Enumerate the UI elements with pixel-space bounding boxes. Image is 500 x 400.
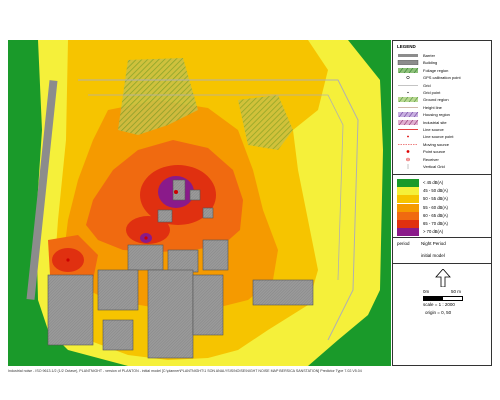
noise-band-swatch <box>397 187 419 196</box>
legend-panel: LEGEND Barrier Building Foliage region GPS … <box>392 40 492 366</box>
scale-bar <box>423 296 463 301</box>
legend-item-height-line: Height line <box>397 105 489 111</box>
noise-band-label: 60 - 65 dB(A) <box>423 212 448 218</box>
noise-band-label: < 45 dB(A) <box>423 180 444 185</box>
foliage-icon <box>398 67 419 73</box>
noise-band-swatch <box>397 203 419 212</box>
point-source-icon <box>406 150 410 154</box>
legend-item-grid-point: Grid point <box>397 90 489 96</box>
noise-band-swatch <box>397 228 419 237</box>
legend-item-label: Industrial site <box>423 119 447 125</box>
legend-item-grid: Grid <box>397 83 489 89</box>
origin-text: origin = 0, 50 <box>425 310 452 315</box>
north-arrow-icon <box>435 269 451 287</box>
noise-band-swatch <box>397 179 419 187</box>
point-source <box>174 190 178 194</box>
gps-point-icon <box>406 76 410 80</box>
line-source-point-icon <box>407 135 409 138</box>
noise-band-label: 45 - 50 dB(A) <box>423 188 448 194</box>
line-source-icon <box>398 129 418 130</box>
scale-text: scale = 1 : 2000 <box>423 302 455 307</box>
legend-item-vertical-grid: Vertical Grid <box>397 164 489 170</box>
legend-item-receiver: Receiver <box>397 157 489 163</box>
period-value: Night Period <box>421 241 446 246</box>
legend-item-label: Ground region <box>423 97 449 103</box>
legend-item-label: GPS calibration point <box>423 75 461 81</box>
legend-title: LEGEND <box>397 44 416 49</box>
noise-band-label: 65 - 70 dB(A) <box>423 221 448 226</box>
building-icon <box>397 60 419 66</box>
legend-item-label: Height line <box>423 104 442 110</box>
legend-item-label: Grid <box>423 82 431 88</box>
noise-band-label: 55 - 60 dB(A) <box>423 204 448 210</box>
barrier-icon <box>398 54 418 57</box>
grid-icon <box>398 84 418 86</box>
vertical-grid-icon <box>407 164 409 169</box>
legend-item-gps-point: GPS calibration point <box>397 75 489 81</box>
height-line-icon <box>398 107 418 108</box>
legend-item-line-source: Line source <box>397 127 489 133</box>
legend-item-label: Receiver <box>423 156 439 162</box>
industrial-site-icon <box>398 119 419 125</box>
moving-source-icon <box>398 144 418 145</box>
noise-band-swatch <box>397 211 419 220</box>
legend-item-line-source-point: Line source point <box>397 134 489 140</box>
noise-band-row: > 70 dB(A) <box>397 228 489 237</box>
noise-band-label: > 70 dB(A) <box>423 229 444 235</box>
legend-item-barrier: Barrier <box>397 53 489 59</box>
legend-item-foliage: Foliage region <box>397 67 489 74</box>
grid-point-icon <box>407 91 409 94</box>
legend-item-label: Line source <box>423 127 444 132</box>
housing-region-icon <box>398 112 419 118</box>
noise-band-swatch <box>397 195 419 204</box>
model-name: initial model <box>421 253 445 258</box>
noise-band-swatch <box>397 220 419 228</box>
legend-item-label: Moving source <box>423 141 450 147</box>
legend-item-label: Building <box>423 60 438 66</box>
scale-bar-end: 50 m <box>451 289 462 294</box>
legend-item-label: Foliage region <box>423 67 449 73</box>
scale-bar-start: 0m <box>423 289 430 294</box>
legend-item-label: Point source <box>423 149 446 155</box>
legend-item-label: Housing region <box>423 112 450 118</box>
ground-region-icon <box>398 97 419 103</box>
legend-item-label: Line source point <box>423 134 454 140</box>
legend-item-label: Barrier <box>423 53 436 58</box>
period-key: period <box>397 241 410 246</box>
legend-item-point-source: Point source <box>397 149 489 155</box>
legend-item-label: Grid point <box>423 90 441 95</box>
legend-item-ground-region: Ground region <box>397 97 489 103</box>
legend-item-industrial-site: Industrial site <box>397 119 489 126</box>
legend-item-label: Vertical Grid <box>423 164 445 169</box>
legend-item-housing-region: Housing region <box>397 112 489 118</box>
noise-band-label: 50 - 55 dB(A) <box>423 196 448 202</box>
legend-item-moving-source: Moving source <box>397 142 489 148</box>
legend-item-building: Building <box>397 60 489 66</box>
receiver-icon <box>406 157 410 161</box>
footer-caption: Industrial noise - ISO 9613.1/2 (1/2 Oct… <box>8 369 362 373</box>
noise-map[interactable] <box>8 40 391 366</box>
